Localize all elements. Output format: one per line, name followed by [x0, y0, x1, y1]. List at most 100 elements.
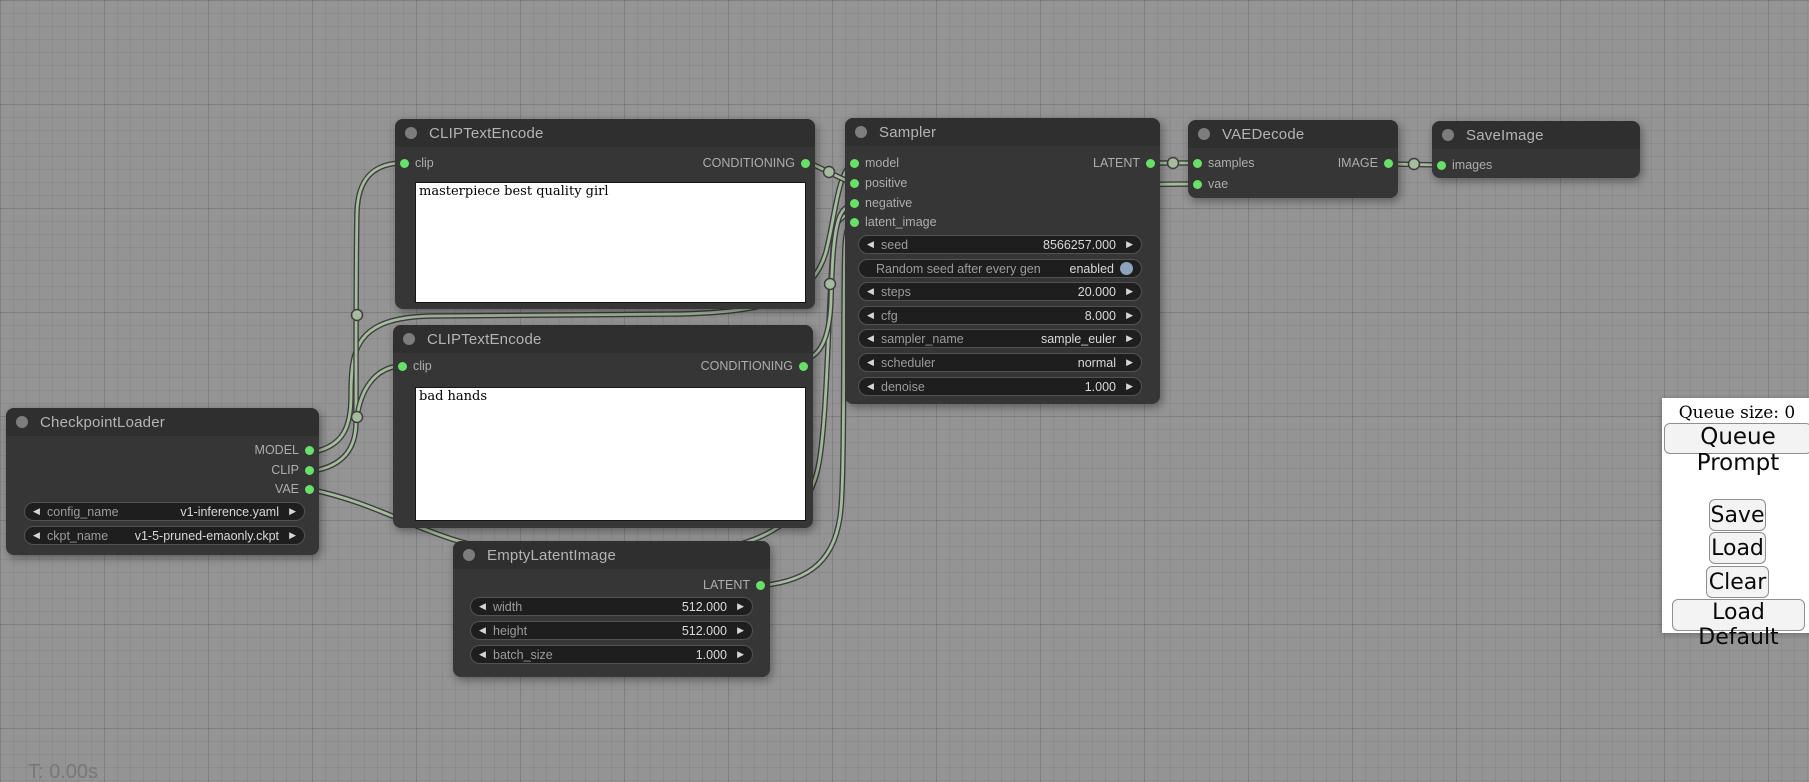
- input-slot-positive[interactable]: positive: [850, 174, 907, 192]
- widget-ckpt-name[interactable]: ◀ ckpt_name v1-5-pruned-emaonly.ckpt ▶: [24, 526, 305, 545]
- output-slot-latent[interactable]: LATENT: [1093, 154, 1155, 172]
- negative-prompt-textarea[interactable]: bad hands: [415, 387, 806, 521]
- node-title-bar[interactable]: EmptyLatentImage: [453, 541, 770, 569]
- slot-dot-icon[interactable]: [801, 159, 810, 168]
- comfy-menu-panel[interactable]: Queue size: 0 Queue Prompt Save Load Cle…: [1662, 398, 1809, 633]
- node-clip-text-encode-positive[interactable]: CLIPTextEncode clip CONDITIONING masterp…: [395, 119, 815, 309]
- output-slot-conditioning[interactable]: CONDITIONING: [701, 357, 808, 375]
- slot-dot-icon[interactable]: [1384, 159, 1393, 168]
- node-empty-latent-image[interactable]: EmptyLatentImage LATENT ◀ width 512.000 …: [453, 541, 770, 677]
- node-title-bar[interactable]: CLIPTextEncode: [395, 119, 815, 147]
- reroute-dot[interactable]: [824, 167, 835, 178]
- increment-arrow-icon[interactable]: ▶: [1122, 329, 1133, 348]
- output-slot-model[interactable]: MODEL: [255, 441, 314, 459]
- widget-height[interactable]: ◀ height 512.000 ▶: [470, 621, 753, 640]
- decrement-arrow-icon[interactable]: ◀: [479, 621, 490, 640]
- widget-steps[interactable]: ◀ steps 20.000 ▶: [858, 282, 1142, 301]
- decrement-arrow-icon[interactable]: ◀: [33, 502, 44, 521]
- node-sampler[interactable]: Sampler model positive negative latent_i…: [845, 118, 1160, 404]
- clear-button[interactable]: Clear: [1706, 566, 1769, 598]
- collapse-dot-icon[interactable]: [855, 126, 867, 138]
- slot-dot-icon[interactable]: [850, 159, 859, 168]
- decrement-arrow-icon[interactable]: ◀: [867, 282, 878, 301]
- load-button[interactable]: Load: [1709, 532, 1766, 564]
- slot-dot-icon[interactable]: [850, 179, 859, 188]
- increment-arrow-icon[interactable]: ▶: [285, 526, 296, 545]
- slot-dot-icon[interactable]: [799, 362, 808, 371]
- increment-arrow-icon[interactable]: ▶: [1122, 306, 1133, 325]
- input-slot-samples[interactable]: samples: [1193, 154, 1255, 172]
- input-slot-images[interactable]: images: [1437, 156, 1492, 174]
- increment-arrow-icon[interactable]: ▶: [1122, 377, 1133, 396]
- input-slot-model[interactable]: model: [850, 154, 899, 172]
- reroute-dot[interactable]: [352, 412, 363, 423]
- widget-width[interactable]: ◀ width 512.000 ▶: [470, 597, 753, 616]
- output-slot-clip[interactable]: CLIP: [271, 461, 314, 479]
- slot-dot-icon[interactable]: [305, 466, 314, 475]
- node-save-image[interactable]: SaveImage images: [1432, 121, 1640, 178]
- node-graph-canvas[interactable]: CheckpointLoader MODEL CLIP VAE ◀ config…: [0, 0, 1809, 782]
- widget-seed[interactable]: ◀ seed 8566257.000 ▶: [858, 235, 1142, 254]
- input-slot-vae[interactable]: vae: [1193, 175, 1228, 193]
- decrement-arrow-icon[interactable]: ◀: [867, 353, 878, 372]
- widget-sampler-name[interactable]: ◀ sampler_name sample_euler ▶: [858, 329, 1142, 348]
- collapse-dot-icon[interactable]: [1198, 128, 1210, 140]
- input-slot-negative[interactable]: negative: [850, 194, 912, 212]
- collapse-dot-icon[interactable]: [403, 333, 415, 345]
- increment-arrow-icon[interactable]: ▶: [733, 621, 744, 640]
- slot-dot-icon[interactable]: [1193, 159, 1202, 168]
- reroute-dot[interactable]: [352, 310, 363, 321]
- slot-dot-icon[interactable]: [305, 446, 314, 455]
- decrement-arrow-icon[interactable]: ◀: [33, 526, 44, 545]
- node-title-bar[interactable]: Sampler: [845, 118, 1160, 146]
- save-button[interactable]: Save: [1709, 499, 1766, 531]
- reroute-dot[interactable]: [1409, 159, 1420, 170]
- input-slot-latent-image[interactable]: latent_image: [850, 213, 937, 231]
- output-slot-vae[interactable]: VAE: [275, 480, 314, 498]
- widget-denoise[interactable]: ◀ denoise 1.000 ▶: [858, 377, 1142, 396]
- decrement-arrow-icon[interactable]: ◀: [867, 329, 878, 348]
- slot-dot-icon[interactable]: [1193, 180, 1202, 189]
- toggle-icon[interactable]: [1120, 262, 1133, 275]
- output-slot-conditioning[interactable]: CONDITIONING: [703, 154, 810, 172]
- node-title-bar[interactable]: CLIPTextEncode: [393, 325, 813, 353]
- node-title-bar[interactable]: SaveImage: [1432, 121, 1640, 149]
- increment-arrow-icon[interactable]: ▶: [1122, 235, 1133, 254]
- collapse-dot-icon[interactable]: [405, 127, 417, 139]
- output-slot-image[interactable]: IMAGE: [1338, 154, 1393, 172]
- reroute-dot[interactable]: [1168, 158, 1179, 169]
- slot-dot-icon[interactable]: [1437, 161, 1446, 170]
- slot-dot-icon[interactable]: [850, 218, 859, 227]
- increment-arrow-icon[interactable]: ▶: [285, 502, 296, 521]
- output-slot-latent[interactable]: LATENT: [703, 576, 765, 594]
- widget-random-seed-toggle[interactable]: Random seed after every gen enabled: [858, 259, 1142, 278]
- slot-dot-icon[interactable]: [850, 199, 859, 208]
- slot-dot-icon[interactable]: [400, 159, 409, 168]
- decrement-arrow-icon[interactable]: ◀: [867, 235, 878, 254]
- node-title-bar[interactable]: CheckpointLoader: [6, 408, 319, 436]
- collapse-dot-icon[interactable]: [1442, 129, 1454, 141]
- decrement-arrow-icon[interactable]: ◀: [867, 377, 878, 396]
- collapse-dot-icon[interactable]: [16, 416, 28, 428]
- positive-prompt-textarea[interactable]: masterpiece best quality girl: [415, 182, 806, 303]
- slot-dot-icon[interactable]: [305, 485, 314, 494]
- node-checkpoint-loader[interactable]: CheckpointLoader MODEL CLIP VAE ◀ config…: [6, 408, 319, 555]
- node-vae-decode[interactable]: VAEDecode samples vae IMAGE: [1188, 120, 1398, 198]
- widget-cfg[interactable]: ◀ cfg 8.000 ▶: [858, 306, 1142, 325]
- decrement-arrow-icon[interactable]: ◀: [479, 597, 490, 616]
- collapse-dot-icon[interactable]: [463, 549, 475, 561]
- slot-dot-icon[interactable]: [756, 581, 765, 590]
- increment-arrow-icon[interactable]: ▶: [1122, 353, 1133, 372]
- widget-batch-size[interactable]: ◀ batch_size 1.000 ▶: [470, 645, 753, 664]
- node-title-bar[interactable]: VAEDecode: [1188, 120, 1398, 148]
- increment-arrow-icon[interactable]: ▶: [733, 597, 744, 616]
- increment-arrow-icon[interactable]: ▶: [1122, 282, 1133, 301]
- reroute-dot[interactable]: [825, 279, 836, 290]
- input-slot-clip[interactable]: clip: [398, 357, 432, 375]
- decrement-arrow-icon[interactable]: ◀: [867, 306, 878, 325]
- slot-dot-icon[interactable]: [1146, 159, 1155, 168]
- widget-config-name[interactable]: ◀ config_name v1-inference.yaml ▶: [24, 502, 305, 521]
- slot-dot-icon[interactable]: [398, 362, 407, 371]
- increment-arrow-icon[interactable]: ▶: [733, 645, 744, 664]
- input-slot-clip[interactable]: clip: [400, 154, 434, 172]
